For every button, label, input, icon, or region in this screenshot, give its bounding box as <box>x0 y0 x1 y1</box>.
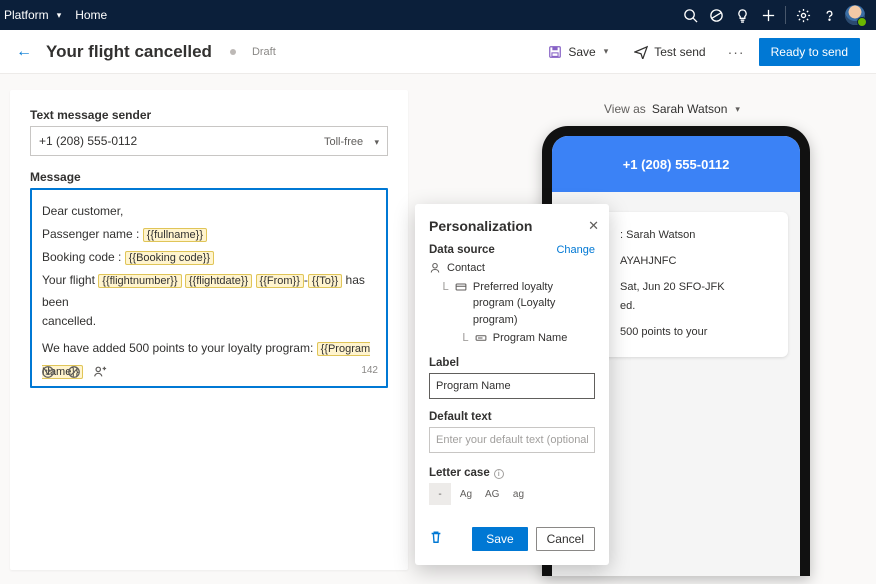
case-title-button[interactable]: Ag <box>455 483 477 505</box>
sender-tag: Toll-free <box>324 136 363 148</box>
token-fullname[interactable]: {{fullname}} <box>143 228 207 242</box>
case-lower-button[interactable]: ag <box>507 483 529 505</box>
add-icon[interactable] <box>755 0 781 30</box>
person-icon <box>429 262 441 274</box>
user-avatar[interactable] <box>842 0 868 30</box>
target-icon[interactable] <box>703 0 729 30</box>
help-icon[interactable] <box>816 0 842 30</box>
message-line: Your flight {{flightnumber}} {{flightdat… <box>42 269 376 315</box>
brand-label: Platform <box>4 8 49 22</box>
panel-save-button[interactable]: Save <box>472 527 527 551</box>
view-as-name: Sarah Watson <box>652 102 728 116</box>
send-icon <box>634 45 648 59</box>
delete-button[interactable] <box>429 530 443 549</box>
message-line: cancelled. <box>42 314 376 328</box>
status-badge: Draft <box>252 46 276 58</box>
label-field-label: Label <box>429 357 595 369</box>
save-icon <box>548 45 562 59</box>
data-source-contact: Contact <box>429 260 595 277</box>
char-counter: 142 <box>361 361 378 380</box>
gear-icon[interactable] <box>790 0 816 30</box>
case-upper-button[interactable]: AG <box>481 483 503 505</box>
data-source-program: L Program Name <box>429 330 595 347</box>
panel-cancel-button[interactable]: Cancel <box>536 527 595 551</box>
message-line: Booking code : {{Booking code}} <box>42 246 376 269</box>
label-input[interactable] <box>429 373 595 399</box>
divider <box>785 6 786 24</box>
ready-to-send-button[interactable]: Ready to send <box>759 38 860 66</box>
phone-header: +1 (208) 555-0112 <box>552 136 800 192</box>
sender-select[interactable]: +1 (208) 555-0112 Toll-free ▾ <box>30 126 388 156</box>
back-button[interactable]: ← <box>16 43 36 61</box>
chevron-down-icon: ▾ <box>374 137 379 147</box>
card-icon <box>455 281 467 293</box>
bubble-line: : Sarah Watson <box>620 226 774 246</box>
save-label: Save <box>568 45 595 59</box>
message-line: Dear customer, <box>42 200 376 223</box>
breadcrumb-home[interactable]: Home <box>75 8 107 22</box>
info-icon[interactable]: i <box>494 469 504 479</box>
default-text-input[interactable] <box>429 427 595 453</box>
chevron-down-icon: ▾ <box>57 10 62 21</box>
command-bar: ← Your flight cancelled Draft Save ▾ Tes… <box>0 30 876 74</box>
view-as-selector[interactable]: View as Sarah Watson ▾ <box>604 102 740 116</box>
token-flight-number[interactable]: {{flightnumber}} <box>98 274 181 288</box>
close-icon[interactable]: ✕ <box>588 218 599 234</box>
chevron-down-icon: ▾ <box>735 104 740 115</box>
sender-value: +1 (208) 555-0112 <box>39 134 137 148</box>
default-text-label: Default text <box>429 411 595 423</box>
cancel-icon[interactable] <box>66 364 82 380</box>
global-nav: Platform ▾ Home <box>0 0 876 30</box>
token-booking-code[interactable]: {{Booking code}} <box>125 251 214 265</box>
search-icon[interactable] <box>677 0 703 30</box>
main-area: Text message sender +1 (208) 555-0112 To… <box>0 74 876 584</box>
test-send-button[interactable]: Test send <box>626 41 713 63</box>
save-button[interactable]: Save ▾ <box>540 41 616 63</box>
letter-case-label: Letter casei <box>429 467 595 480</box>
message-toolbar <box>40 364 108 380</box>
overflow-menu[interactable]: ··· <box>724 44 749 60</box>
data-source-label: Data source Change <box>429 244 595 256</box>
app-brand[interactable]: Platform ▾ Home <box>4 8 107 22</box>
panel-title: Personalization <box>429 218 595 234</box>
emoji-icon[interactable] <box>40 364 56 380</box>
bubble-line: 500 points to your <box>620 323 774 343</box>
test-send-label: Test send <box>654 45 705 59</box>
view-as-label: View as <box>604 102 646 116</box>
sender-label: Text message sender <box>30 108 388 122</box>
token-from[interactable]: {{From}} <box>256 274 304 288</box>
case-none-button[interactable]: - <box>429 483 451 505</box>
bubble-line: ed. <box>620 297 774 317</box>
data-source-loyalty: L Preferred loyalty program (Loyalty pro… <box>429 279 595 329</box>
message-textarea[interactable]: Dear customer, Passenger name : {{fullna… <box>30 188 388 388</box>
panel-footer: Save Cancel <box>429 527 595 551</box>
token-to[interactable]: {{To}} <box>308 274 342 288</box>
message-label: Message <box>30 170 388 184</box>
chevron-down-icon: ▾ <box>604 46 609 57</box>
personalization-panel: Personalization ✕ Data source Change Con… <box>415 204 609 565</box>
bubble-line: Sat, Jun 20 SFO-JFK <box>620 278 774 298</box>
page-title: Your flight cancelled <box>46 42 212 62</box>
field-icon <box>475 332 487 344</box>
message-line: Passenger name : {{fullname}} <box>42 223 376 246</box>
personalize-icon[interactable] <box>92 364 108 380</box>
status-dot-icon <box>230 49 236 55</box>
editor-card: Text message sender +1 (208) 555-0112 To… <box>10 90 408 570</box>
token-flight-date[interactable]: {{flightdate}} <box>185 274 252 288</box>
lightbulb-icon[interactable] <box>729 0 755 30</box>
bubble-line: AYAHJNFC <box>620 252 774 272</box>
change-link[interactable]: Change <box>556 244 595 256</box>
letter-case-group: - Ag AG ag <box>429 483 595 505</box>
